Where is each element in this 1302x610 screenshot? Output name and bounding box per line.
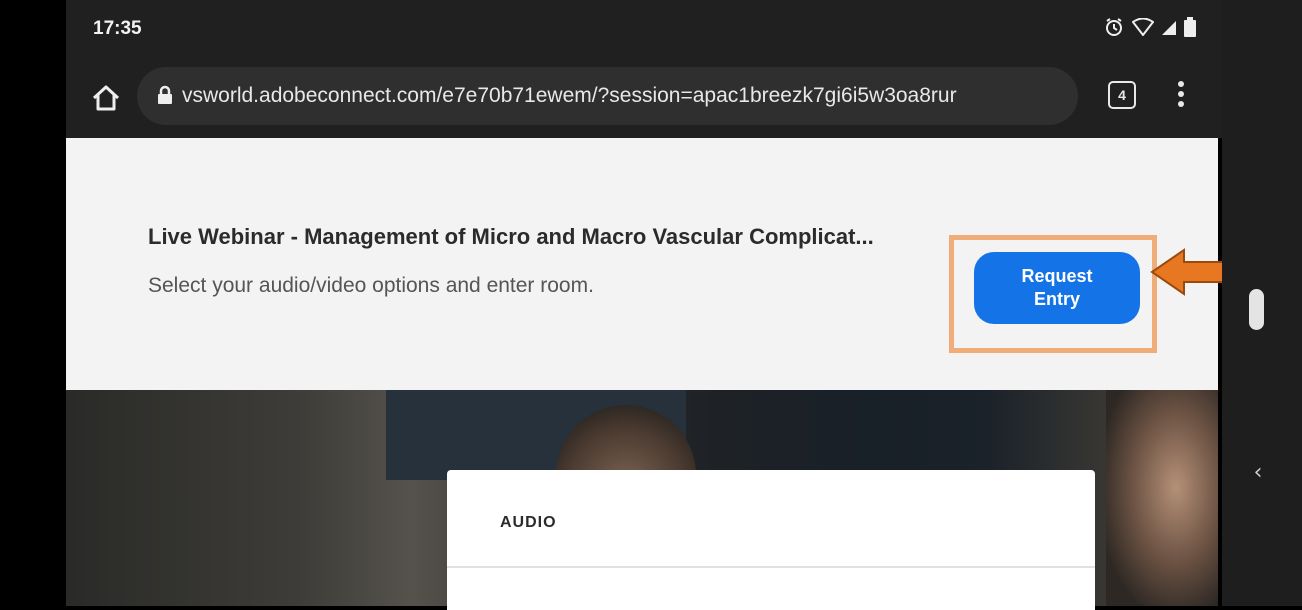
home-button[interactable] — [86, 78, 126, 118]
alarm-icon — [1104, 17, 1124, 41]
url-text: vsworld.adobeconnect.com/e7e70b71ewem/?s… — [182, 84, 957, 107]
request-entry-button[interactable]: Request Entry — [974, 252, 1140, 324]
scrollbar-thumb[interactable] — [1249, 289, 1264, 330]
address-bar[interactable]: vsworld.adobeconnect.com/e7e70b71ewem/?s… — [137, 67, 1078, 125]
audio-divider — [447, 566, 1095, 568]
status-icons — [1104, 17, 1196, 41]
wifi-icon — [1131, 17, 1155, 40]
home-icon — [86, 85, 126, 122]
webinar-title: Live Webinar - Management of Micro and M… — [148, 224, 874, 249]
video-person-right — [1106, 390, 1218, 606]
signal-icon — [1162, 18, 1176, 40]
tabs-button[interactable]: 4 — [1108, 81, 1136, 109]
status-time: 17:35 — [93, 18, 142, 39]
chevron-left-icon[interactable]: ‹ — [1248, 458, 1268, 488]
audio-options-card: AUDIO — [447, 470, 1095, 610]
audio-section-label: AUDIO — [500, 514, 557, 531]
left-black-bar — [0, 0, 66, 606]
lock-icon — [157, 85, 173, 109]
battery-icon — [1184, 17, 1196, 41]
instructions-text: Select your audio/video options and ente… — [148, 274, 594, 297]
room-entry-banner: Live Webinar - Management of Micro and M… — [66, 138, 1218, 390]
browser-toolbar: vsworld.adobeconnect.com/e7e70b71ewem/?s… — [66, 62, 1222, 138]
video-board-scribbles — [896, 402, 1096, 472]
status-bar: 17:35 — [66, 0, 1222, 62]
more-options-icon — [1178, 81, 1184, 87]
more-options-button[interactable] — [1171, 78, 1191, 112]
